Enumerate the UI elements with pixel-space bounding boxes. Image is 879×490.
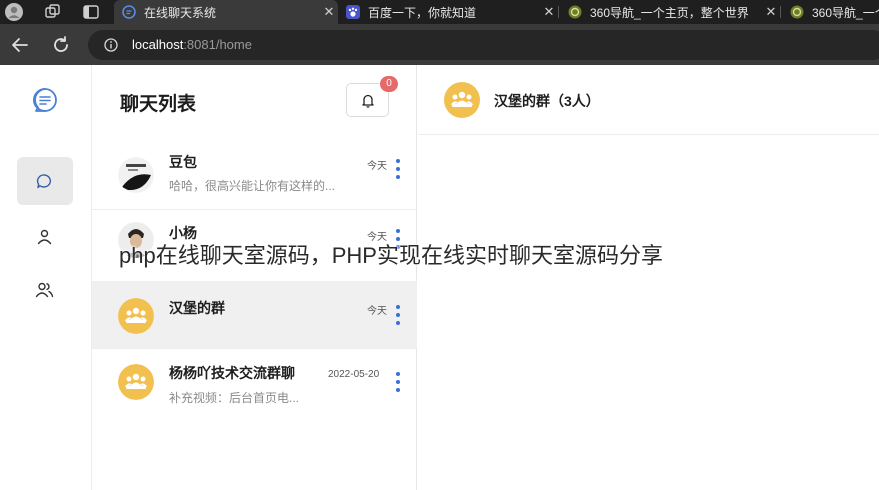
browser-tab-bar: 在线聊天系统 ✕ 百度一下，你就知道 ✕ 360导航_一个主页，整个世界 ✕ 3… — [0, 0, 879, 24]
back-arrow-icon[interactable] — [9, 34, 31, 56]
close-icon[interactable]: ✕ — [540, 4, 558, 20]
close-icon[interactable]: ✕ — [320, 4, 338, 20]
tab-label: 百度一下，你就知道 — [368, 5, 477, 20]
conversation-time: 2022-05-20 — [328, 369, 380, 380]
tab-360-nav[interactable]: 360导航_一个主页，整个世界 ✕ — [560, 0, 780, 24]
sidebar-rail — [0, 65, 92, 490]
vertical-tabs-icon[interactable] — [82, 3, 100, 21]
chat-title: 汉堡的群（3人） — [494, 93, 600, 109]
more-vertical-icon[interactable] — [395, 371, 401, 393]
conversation-name: 豆包 — [169, 154, 197, 170]
tab-label: 在线聊天系统 — [144, 5, 217, 20]
conversation-preview: 哈哈，很高兴能让你有这样的... — [169, 179, 336, 193]
url-text: localhost:8081/home — [132, 37, 252, 52]
group-avatar-icon — [444, 82, 480, 118]
address-bar[interactable]: localhost:8081/home — [88, 30, 879, 60]
chat-app-favicon-icon — [122, 5, 136, 19]
url-path: :8081/home — [183, 37, 252, 52]
conversation-item[interactable]: 豆包 哈哈，很高兴能让你有这样的... 今天 — [92, 142, 417, 210]
conversation-preview: 补充视频：后台首页电... — [169, 391, 300, 405]
tab-360-nav-2[interactable]: 360导航_一个主 — [782, 0, 879, 24]
tab-baidu[interactable]: 百度一下，你就知道 ✕ — [338, 0, 558, 24]
conversation-item-selected[interactable]: 汉堡的群 今天 — [92, 282, 417, 349]
conversation-time: 今天 — [367, 306, 387, 317]
more-vertical-icon[interactable] — [395, 304, 401, 326]
info-icon[interactable] — [104, 38, 118, 52]
tab-separator — [558, 6, 559, 18]
watermark-caption: php在线聊天室源码，PHP实现在线实时聊天室源码分享 — [119, 243, 663, 268]
close-icon[interactable]: ✕ — [762, 4, 780, 20]
chat-bubble-icon[interactable] — [36, 173, 53, 190]
360-globe-icon — [568, 5, 582, 19]
conversation-list: 聊天列表 0 豆包 哈哈，很高兴能让你有这样的... 今天 小杨 今天 汉堡的群… — [92, 65, 417, 490]
conversation-item[interactable]: 杨杨吖技术交流群聊 补充视频：后台首页电... 2022-05-20 — [92, 349, 417, 417]
list-title: 聊天列表 — [120, 94, 197, 115]
conversation-name: 汉堡的群 — [169, 300, 225, 316]
group-avatar-icon — [118, 298, 154, 334]
refresh-icon[interactable] — [50, 34, 72, 56]
sidebar-item-user-icon[interactable] — [36, 228, 53, 245]
bell-icon — [362, 94, 374, 108]
more-vertical-icon[interactable] — [395, 158, 401, 180]
workspaces-icon[interactable] — [44, 3, 62, 21]
conversation-time: 今天 — [367, 161, 387, 172]
sidebar-item-contacts-icon[interactable] — [35, 281, 54, 298]
group-avatar-icon — [118, 364, 154, 400]
browser-navigation-bar: localhost:8081/home — [0, 24, 879, 65]
conversation-name: 杨杨吖技术交流群聊 — [169, 365, 295, 381]
doubao-avatar — [118, 157, 154, 193]
tab-chat-system[interactable]: 在线聊天系统 ✕ — [114, 0, 338, 24]
profile-icon[interactable] — [5, 3, 23, 21]
baidu-paw-icon — [346, 5, 360, 19]
tab-label: 360导航_一个主 — [812, 5, 879, 20]
chat-header: 汉堡的群（3人） — [418, 65, 879, 135]
tab-separator — [780, 6, 781, 18]
chat-app: 聊天列表 0 豆包 哈哈，很高兴能让你有这样的... 今天 小杨 今天 汉堡的群… — [0, 65, 879, 490]
tab-label: 360导航_一个主页，整个世界 — [590, 5, 749, 20]
app-logo-chat-icon — [33, 88, 57, 112]
notification-badge: 0 — [380, 76, 398, 92]
360-globe-icon — [790, 5, 804, 19]
url-host: localhost — [132, 37, 184, 52]
chat-panel: 汉堡的群（3人） — [418, 65, 879, 490]
